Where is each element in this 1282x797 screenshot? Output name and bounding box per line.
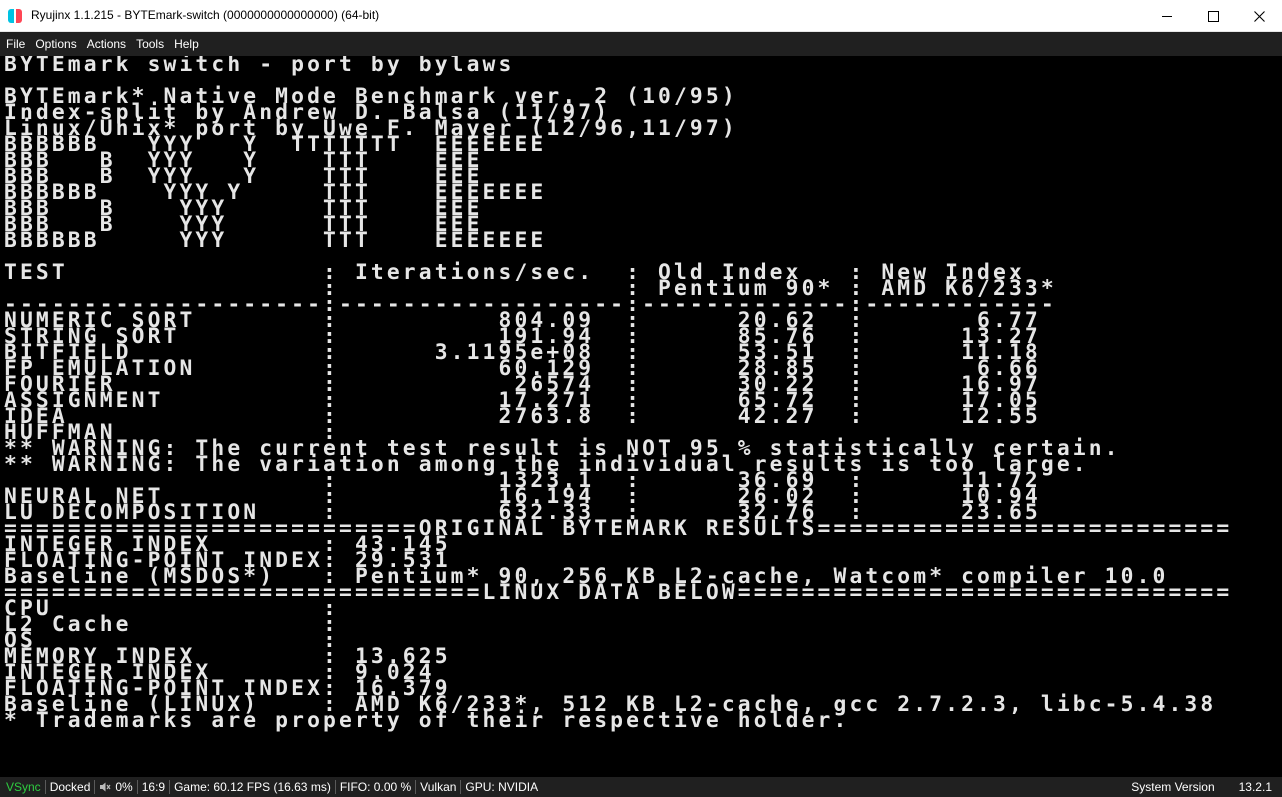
system-version-value: 13.2.1: [1238, 780, 1272, 794]
menu-help[interactable]: Help: [169, 32, 204, 56]
volume-status[interactable]: 0%: [95, 777, 136, 797]
speaker-muted-icon: [100, 782, 111, 792]
ryujinx-logo-icon: [8, 9, 22, 23]
fifo-status: FIFO: 0.00 %: [339, 780, 412, 794]
terminal-line: BYTEmark switch - port by bylaws: [4, 56, 515, 77]
menu-actions[interactable]: Actions: [82, 32, 131, 56]
fps-status: Game: 60.12 FPS (16.63 ms): [174, 780, 331, 794]
system-version-label: System Version: [1131, 780, 1215, 794]
minimize-button[interactable]: [1144, 0, 1190, 32]
title-bar: Ryujinx 1.1.215 - BYTEmark-switch (00000…: [0, 0, 1282, 32]
menu-file[interactable]: File: [0, 32, 30, 56]
window-title: Ryujinx 1.1.215 - BYTEmark-switch (00000…: [31, 8, 380, 22]
status-bar: VSync Docked 0% 16:9 Game: 60.12 FPS (16…: [0, 777, 1282, 797]
volume-value: 0%: [115, 780, 133, 794]
menu-bar: File Options Actions Tools Help: [0, 32, 1282, 56]
minimize-icon: [1162, 15, 1172, 17]
terminal-output: BYTEmark switch - port by bylaws BYTEmar…: [4, 56, 1232, 731]
aspect-ratio-toggle[interactable]: 16:9: [138, 777, 169, 797]
graphics-backend: Vulkan: [420, 780, 457, 794]
terminal-line: BBBBBB YYY TTT EEEEEEE: [4, 228, 547, 253]
vsync-toggle[interactable]: VSync: [0, 777, 45, 797]
gpu-status: GPU: NVIDIA: [465, 780, 539, 794]
game-screen[interactable]: BYTEmark switch - port by bylaws BYTEmar…: [0, 56, 1282, 777]
docked-toggle[interactable]: Docked: [46, 777, 95, 797]
close-button[interactable]: [1236, 0, 1282, 32]
maximize-icon: [1207, 10, 1219, 22]
menu-options[interactable]: Options: [30, 32, 81, 56]
maximize-button[interactable]: [1190, 0, 1236, 32]
close-icon: [1253, 10, 1265, 22]
menu-tools[interactable]: Tools: [131, 32, 169, 56]
